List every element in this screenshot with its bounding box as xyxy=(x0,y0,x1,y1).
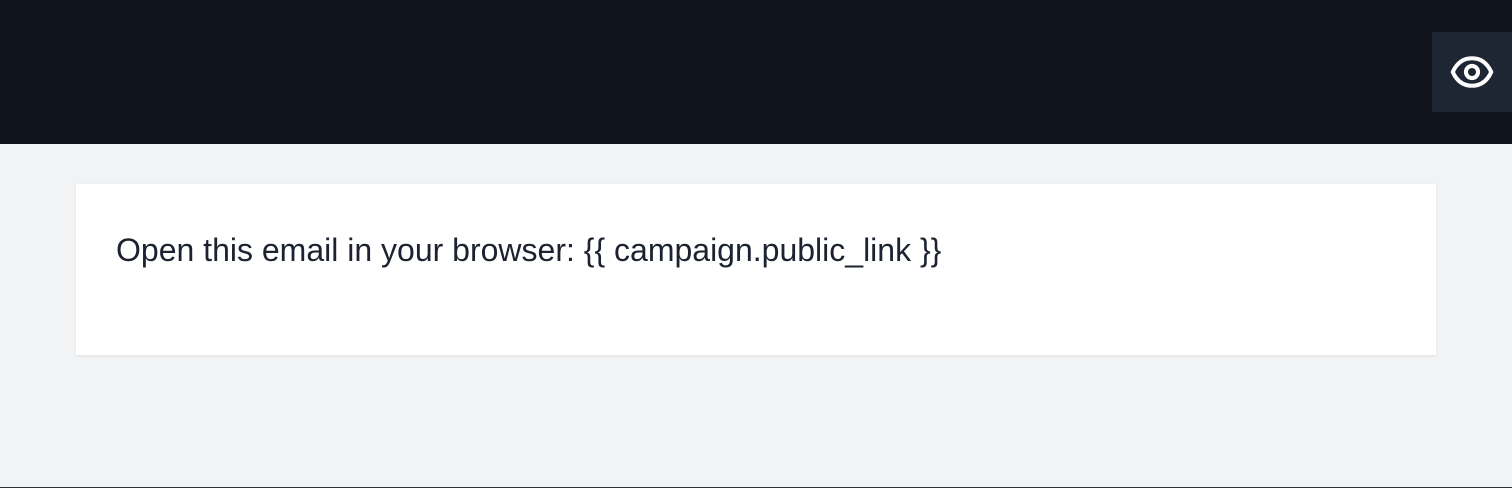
top-bar xyxy=(0,0,1512,144)
eye-icon xyxy=(1450,50,1494,94)
editor-area: Open this email in your browser: {{ camp… xyxy=(0,144,1512,487)
preview-button[interactable] xyxy=(1432,32,1512,112)
email-body-text[interactable]: Open this email in your browser: {{ camp… xyxy=(116,230,941,270)
email-preview-card[interactable]: Open this email in your browser: {{ camp… xyxy=(76,184,1436,355)
